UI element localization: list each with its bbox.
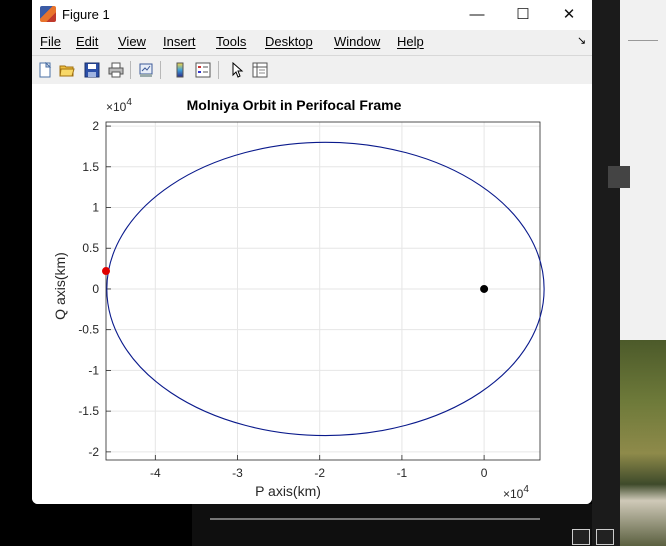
earth-focus-marker: [480, 284, 489, 293]
x-tick-label: -4: [150, 466, 161, 480]
edit-plot-pointer-icon[interactable]: [227, 60, 247, 80]
menu-insert[interactable]: Insert: [163, 34, 196, 49]
x-axis-label: P axis(km): [255, 483, 321, 499]
menu-tools[interactable]: Tools: [216, 34, 246, 49]
toolbar-separator: [130, 61, 131, 79]
link-plot-icon[interactable]: [136, 60, 156, 80]
x-exponent-label: ×104: [503, 484, 529, 501]
y-tick-label: 0: [92, 282, 99, 296]
background-window-panel: [608, 0, 666, 340]
menu-view[interactable]: View: [118, 34, 146, 49]
dock-arrow-icon[interactable]: ↘: [577, 34, 586, 47]
maximize-button[interactable]: ☐: [500, 0, 546, 30]
y-exponent-label: ×104: [106, 97, 132, 114]
figure-canvas[interactable]: -4 -3 -2 -1 0 2 1.5 1 0.5 0 -0.5 -1 -1.5 -2 Molniya O…: [32, 84, 592, 504]
background-window-bottom: [192, 504, 592, 546]
open-file-icon[interactable]: [57, 60, 77, 80]
insert-legend-icon[interactable]: [193, 60, 213, 80]
insert-colorbar-icon[interactable]: [170, 60, 190, 80]
y-tick-label: 1.5: [82, 160, 99, 174]
save-icon[interactable]: [82, 60, 102, 80]
title-bar[interactable]: Figure 1 — ☐ ✕: [32, 0, 592, 30]
menu-bar: File Edit View Insert Tools Desktop Wind…: [32, 30, 592, 54]
axes-box: [105, 121, 541, 461]
matlab-icon: [40, 6, 56, 22]
x-tick-label: -3: [232, 466, 243, 480]
toolbar-separator: [160, 61, 161, 79]
menu-window[interactable]: Window: [334, 34, 380, 49]
y-tick-label: -1.5: [78, 404, 99, 418]
y-tick-label: 0.5: [82, 241, 99, 255]
window-title: Figure 1: [62, 7, 110, 22]
menu-file[interactable]: File: [40, 34, 61, 49]
chart-title: Molniya Orbit in Perifocal Frame: [187, 97, 402, 113]
figure-toolbar: [32, 55, 592, 85]
minimize-button[interactable]: —: [454, 0, 500, 30]
axis-ticks: -4 -3 -2 -1 0 2 1.5 1 0.5 0 -0.5 -1 -1.5 -2: [78, 119, 487, 480]
property-inspector-icon[interactable]: [250, 60, 270, 80]
new-figure-icon[interactable]: [35, 60, 55, 80]
y-tick-label: -2: [88, 445, 99, 459]
taskbar-tile-icon[interactable]: [572, 529, 590, 545]
taskbar-window-icon[interactable]: [596, 529, 614, 545]
y-tick-label: -0.5: [78, 323, 99, 337]
background-window-edge: [592, 0, 620, 546]
background-divider: [628, 40, 658, 41]
menu-desktop[interactable]: Desktop: [265, 34, 313, 49]
close-button[interactable]: ✕: [546, 0, 592, 30]
y-tick-label: 1: [92, 201, 99, 215]
satellite-position-marker: [102, 267, 110, 276]
menu-edit[interactable]: Edit: [76, 34, 98, 49]
toolbar-separator: [218, 61, 219, 79]
plot-svg[interactable]: -4 -3 -2 -1 0 2 1.5 1 0.5 0 -0.5 -1 -1.5 -2 Molniya O…: [32, 84, 592, 504]
menu-help[interactable]: Help: [397, 34, 424, 49]
print-icon[interactable]: [106, 60, 126, 80]
background-scrollbar-line: [210, 518, 540, 520]
background-stub: [608, 166, 630, 188]
desktop-wallpaper: [620, 340, 666, 546]
y-tick-label: 2: [92, 119, 99, 133]
x-tick-label: -1: [397, 466, 408, 480]
grid-lines: [106, 122, 540, 460]
y-tick-label: -1: [88, 363, 99, 377]
y-axis-label: Q axis(km): [52, 252, 68, 320]
x-tick-label: 0: [481, 466, 488, 480]
x-tick-label: -2: [314, 466, 325, 480]
figure-window: Figure 1 — ☐ ✕ File Edit View Insert Too…: [32, 0, 592, 504]
